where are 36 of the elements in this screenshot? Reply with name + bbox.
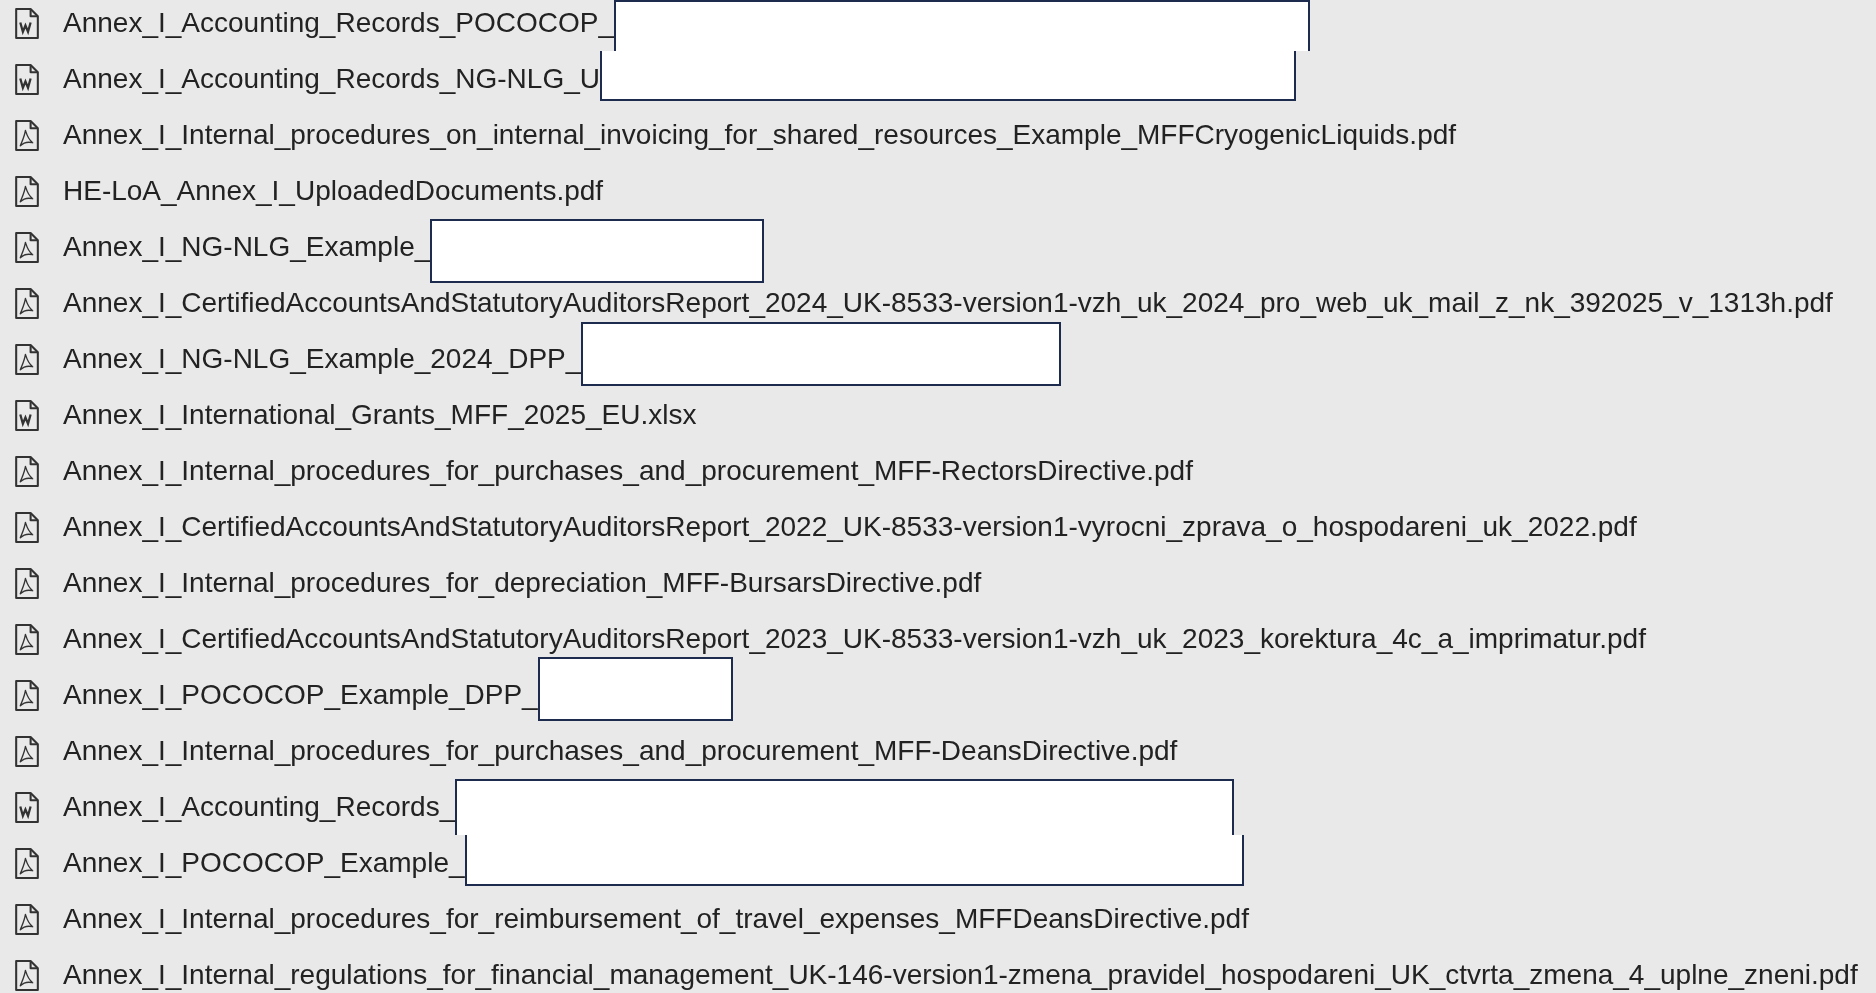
file-name[interactable]: Annex_I_NG-NLG_Example_ — [63, 219, 431, 275]
pdf-document-icon — [13, 622, 41, 656]
word-document-icon — [13, 6, 41, 40]
file-name[interactable]: Annex_I_POCOCOP_Example_DPP_ — [63, 667, 538, 723]
word-document-icon — [13, 398, 41, 432]
pdf-document-icon — [13, 958, 41, 992]
pdf-document-icon — [13, 902, 41, 936]
pdf-document-icon — [13, 678, 41, 712]
pdf-document-icon — [13, 230, 41, 264]
pdf-document-icon — [13, 454, 41, 488]
file-name[interactable]: Annex_I_Accounting_Records_ — [63, 779, 456, 835]
pdf-document-icon — [13, 510, 41, 544]
pdf-document-icon — [13, 118, 41, 152]
file-name[interactable]: Annex_I_Internal_procedures_on_internal_invoicing_for_shared_resources_Example_MFFCryogenicLiquids.pdf — [63, 107, 1457, 163]
pdf-document-icon — [13, 174, 41, 208]
word-document-icon — [13, 790, 41, 824]
file-name[interactable]: Annex_I_NG-NLG_Example_2024_DPP_ — [63, 331, 582, 387]
file-name[interactable]: Annex_I_Accounting_Records_POCOCOP_ — [63, 0, 614, 51]
file-name[interactable]: Annex_I_CertifiedAccountsAndStatutoryAuditorsReport_2023_UK-8533-version1-vzh_uk_2023_korektura_4c_a_imprimatur.pdf — [63, 611, 1646, 667]
word-document-icon — [13, 62, 41, 96]
file-name[interactable]: Annex_I_Internal_procedures_for_purchases_and_procurement_MFF-DeansDirective.pdf — [63, 723, 1178, 779]
file-name[interactable]: Annex_I_POCOCOP_Example_ — [63, 835, 465, 891]
file-name[interactable]: Annex_I_Internal_procedures_for_purchases_and_procurement_MFF-RectorsDirective.pdf — [63, 443, 1193, 499]
pdf-document-icon — [13, 846, 41, 880]
pdf-document-icon — [13, 734, 41, 768]
file-name[interactable]: Annex_I_International_Grants_MFF_2025_EU.xlsx — [63, 387, 697, 443]
file-name[interactable]: Annex_I_Accounting_Records_NG-NLG_U — [63, 51, 600, 107]
file-name[interactable]: Annex_I_CertifiedAccountsAndStatutoryAuditorsReport_2024_UK-8533-version1-vzh_uk_2024_pro_web_uk_mail_z_nk_392025_v_1313h.pdf — [63, 275, 1833, 331]
file-name[interactable]: Annex_I_Internal_procedures_for_reimbursement_of_travel_expenses_MFFDeansDirective.pdf — [63, 891, 1249, 947]
pdf-document-icon — [13, 286, 41, 320]
file-name[interactable]: HE-LoA_Annex_I_UploadedDocuments.pdf — [63, 163, 604, 219]
pdf-document-icon — [13, 342, 41, 376]
pdf-document-icon — [13, 566, 41, 600]
file-name[interactable]: Annex_I_Internal_regulations_for_financial_management_UK-146-version1-zmena_pravidel_hospodareni_UK_ctvrta_zmena_4_uplne_zneni.pdf — [63, 947, 1858, 993]
file-name[interactable]: Annex_I_Internal_procedures_for_depreciation_MFF-BursarsDirective.pdf — [63, 555, 982, 611]
file-name[interactable]: Annex_I_CertifiedAccountsAndStatutoryAuditorsReport_2022_UK-8533-version1-vyrocni_zprava_o_hospodareni_uk_2022.pdf — [63, 499, 1637, 555]
